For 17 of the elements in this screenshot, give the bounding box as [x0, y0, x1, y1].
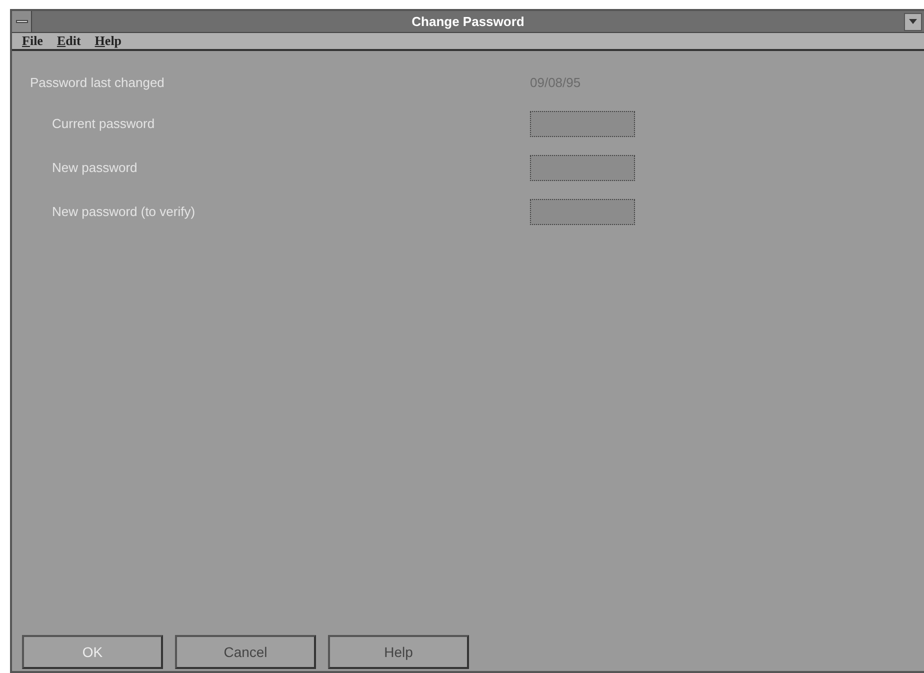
field-label: New password	[52, 159, 138, 178]
down-arrow-icon	[909, 19, 917, 24]
field-label: Current password	[52, 115, 156, 134]
field-label: New password (to verify)	[52, 203, 196, 222]
field-label: Password last changed	[30, 74, 166, 92]
system-menu-button[interactable]	[12, 11, 32, 32]
minimize-button[interactable]	[904, 12, 922, 30]
menu-item[interactable]: File	[22, 31, 43, 51]
dialog-button[interactable]: Cancel	[175, 635, 316, 669]
password-field[interactable]	[530, 199, 635, 225]
menu-item[interactable]: Edit	[56, 31, 81, 51]
system-menu-icon	[16, 20, 28, 23]
dialog-button[interactable]: Help	[328, 635, 469, 669]
window-title: Change Password	[412, 12, 524, 31]
menu-item[interactable]: Help	[94, 31, 122, 51]
password-field[interactable]	[530, 111, 635, 137]
password-field[interactable]	[530, 155, 635, 181]
